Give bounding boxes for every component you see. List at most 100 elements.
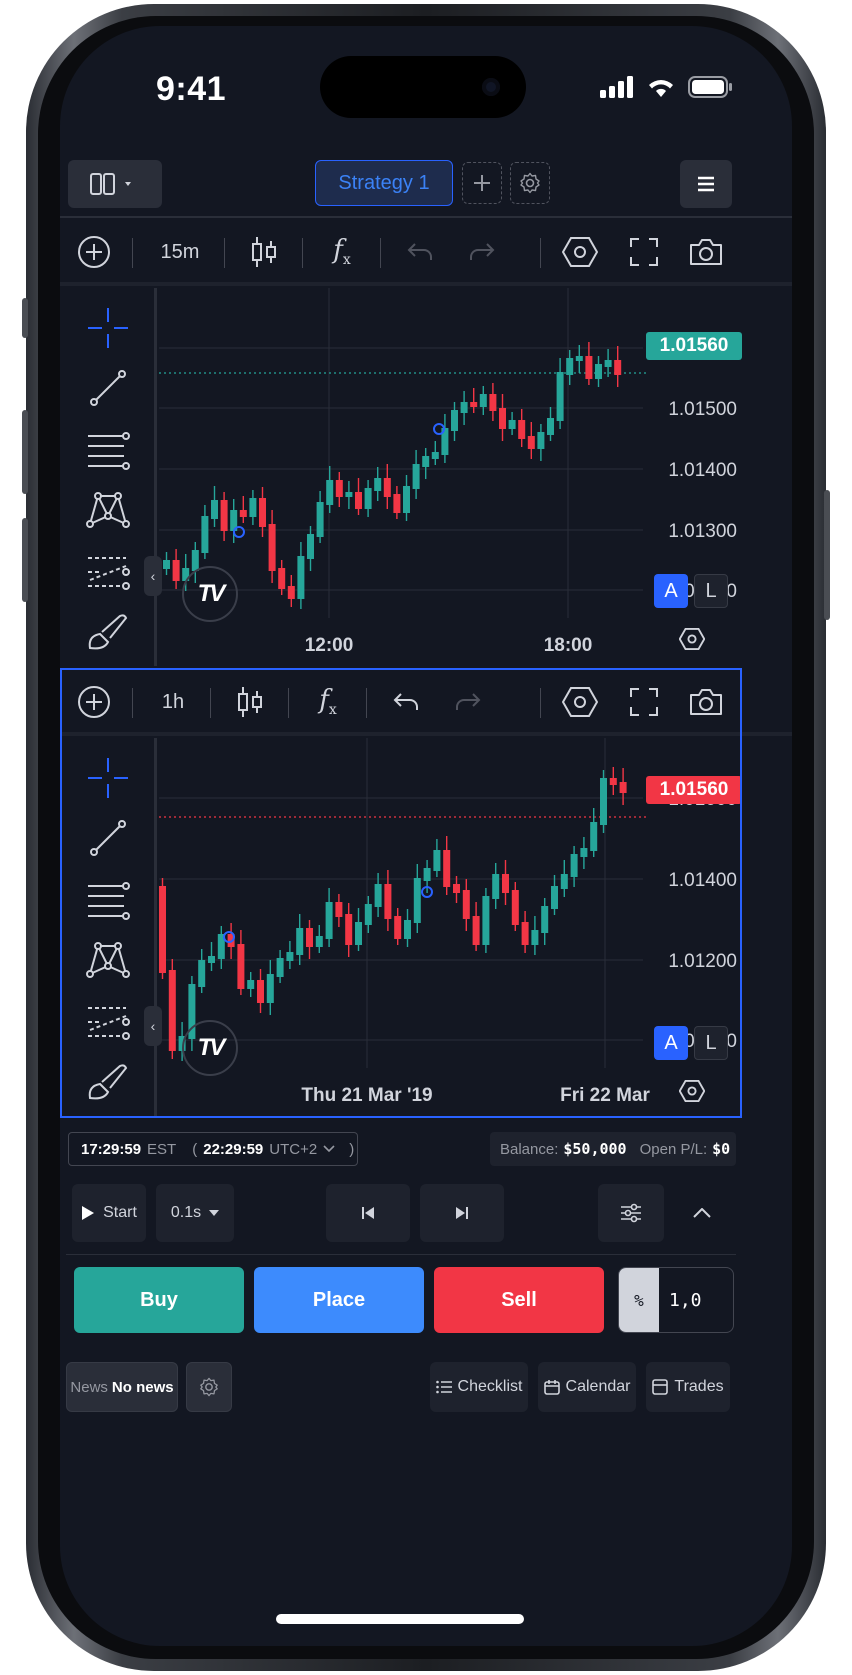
- candle-body: [208, 956, 215, 963]
- log-scale-button[interactable]: L: [694, 574, 728, 608]
- checklist-button[interactable]: Checklist: [430, 1362, 528, 1412]
- redo-icon: [456, 693, 481, 710]
- quantity-field[interactable]: % 1,0: [618, 1267, 734, 1333]
- forecasting-tool[interactable]: [86, 550, 130, 594]
- interval-button[interactable]: 1h: [150, 672, 196, 732]
- balance-label: Balance:: [500, 1140, 559, 1158]
- news-button[interactable]: News No news: [66, 1362, 178, 1412]
- auto-scale-button[interactable]: A: [654, 1026, 688, 1060]
- add-symbol-button[interactable]: [74, 672, 114, 732]
- candle-body: [551, 886, 558, 909]
- candle-body: [422, 456, 430, 467]
- candle-body: [159, 886, 166, 973]
- toolbar-separator: [540, 688, 541, 718]
- tab-settings-button[interactable]: [510, 162, 550, 204]
- chart-type-button[interactable]: [246, 222, 282, 282]
- crosshair-tool[interactable]: [86, 756, 130, 800]
- chevron-left-icon: ‹: [150, 1018, 156, 1034]
- redo-button[interactable]: [462, 222, 502, 282]
- candle-body: [345, 492, 353, 497]
- crosshair-tool[interactable]: [86, 306, 130, 350]
- candle-body: [499, 408, 506, 429]
- toolbar-divider: [60, 282, 792, 286]
- forecast-icon: [88, 557, 130, 590]
- brush-tool[interactable]: [86, 610, 130, 654]
- candle-body: [482, 896, 490, 945]
- bottom-last-price-label: 1.01560: [646, 776, 742, 804]
- hexagon-settings-icon: [562, 237, 598, 267]
- indicators-button[interactable]: fx: [308, 672, 348, 732]
- buy-button[interactable]: Buy: [74, 1267, 244, 1333]
- camera-icon: [482, 78, 500, 96]
- undo-button[interactable]: [400, 222, 440, 282]
- candle-body: [413, 878, 421, 923]
- chart-settings-button[interactable]: [560, 672, 600, 732]
- redo-button[interactable]: [448, 672, 488, 732]
- candle-body: [211, 500, 218, 519]
- pattern-tool[interactable]: [86, 488, 130, 532]
- sell-button[interactable]: Sell: [434, 1267, 604, 1333]
- indicators-button[interactable]: fx: [322, 222, 362, 282]
- candle-body: [614, 360, 622, 375]
- dynamic-island: [320, 56, 526, 118]
- quantity-value[interactable]: 1,0: [659, 1268, 733, 1332]
- replay-start-button[interactable]: Start: [72, 1184, 146, 1242]
- screenshot-button[interactable]: [686, 672, 726, 732]
- header-divider: [60, 216, 792, 218]
- log-scale-button[interactable]: L: [694, 1026, 728, 1060]
- auto-scale-button[interactable]: A: [654, 574, 688, 608]
- toolbar-separator: [540, 238, 541, 268]
- bottom-drawing-toolbar: [64, 738, 152, 1116]
- collapse-panel-button[interactable]: [674, 1184, 730, 1242]
- trend-line-icon: [90, 370, 126, 406]
- fib-lines-icon: [88, 882, 130, 920]
- chart-type-button[interactable]: [232, 672, 268, 732]
- candle-body: [247, 980, 255, 989]
- bottom-pane-settings-button[interactable]: [672, 1066, 712, 1116]
- fullscreen-button[interactable]: [624, 222, 664, 282]
- step-back-button[interactable]: [326, 1184, 410, 1242]
- fib-retracement-tool[interactable]: [86, 878, 130, 922]
- news-settings-button[interactable]: [186, 1362, 232, 1412]
- candle-body: [286, 952, 294, 961]
- undo-button[interactable]: [386, 672, 426, 732]
- candle-body: [364, 488, 372, 509]
- replay-speed-select[interactable]: 0.1s: [156, 1184, 234, 1242]
- layout-button[interactable]: [68, 160, 162, 208]
- undo-icon: [407, 243, 432, 260]
- forecast-icon: [88, 1007, 130, 1040]
- top-pane-settings-button[interactable]: [672, 614, 712, 664]
- candle-body: [335, 480, 343, 497]
- place-button[interactable]: Place: [254, 1267, 424, 1333]
- add-symbol-button[interactable]: [74, 222, 114, 282]
- add-tab-button[interactable]: [462, 162, 502, 204]
- trend-line-icon: [90, 820, 126, 856]
- candle-body: [287, 586, 295, 599]
- quantity-unit[interactable]: %: [619, 1268, 659, 1332]
- chart-settings-button[interactable]: [560, 222, 600, 282]
- trades-button[interactable]: Trades: [646, 1362, 730, 1412]
- calendar-button[interactable]: Calendar: [538, 1362, 636, 1412]
- trend-line-tool[interactable]: [86, 366, 130, 410]
- menu-button[interactable]: [680, 160, 732, 208]
- time-tick-label: 18:00: [544, 635, 593, 656]
- candle-body: [355, 922, 362, 945]
- session-clock[interactable]: 17:29:59 EST ( 22:29:59 UTC+2 ): [68, 1132, 358, 1166]
- fib-retracement-tool[interactable]: [86, 428, 130, 472]
- candle-body: [508, 420, 516, 429]
- trend-line-tool[interactable]: [86, 816, 130, 860]
- candle-body: [384, 884, 392, 919]
- screenshot-button[interactable]: [686, 222, 726, 282]
- brush-tool[interactable]: [86, 1060, 130, 1104]
- replay-settings-button[interactable]: [598, 1184, 664, 1242]
- tradingview-logo: TV: [182, 1020, 238, 1076]
- tab-strategy-1[interactable]: Strategy 1: [315, 160, 453, 206]
- interval-button[interactable]: 15m: [150, 222, 210, 282]
- fullscreen-button[interactable]: [624, 672, 664, 732]
- step-forward-button[interactable]: [420, 1184, 504, 1242]
- candle-body: [326, 480, 334, 505]
- candle-body: [527, 436, 535, 449]
- candle-body: [268, 524, 276, 571]
- forecasting-tool[interactable]: [86, 1000, 130, 1044]
- pattern-tool[interactable]: [86, 938, 130, 982]
